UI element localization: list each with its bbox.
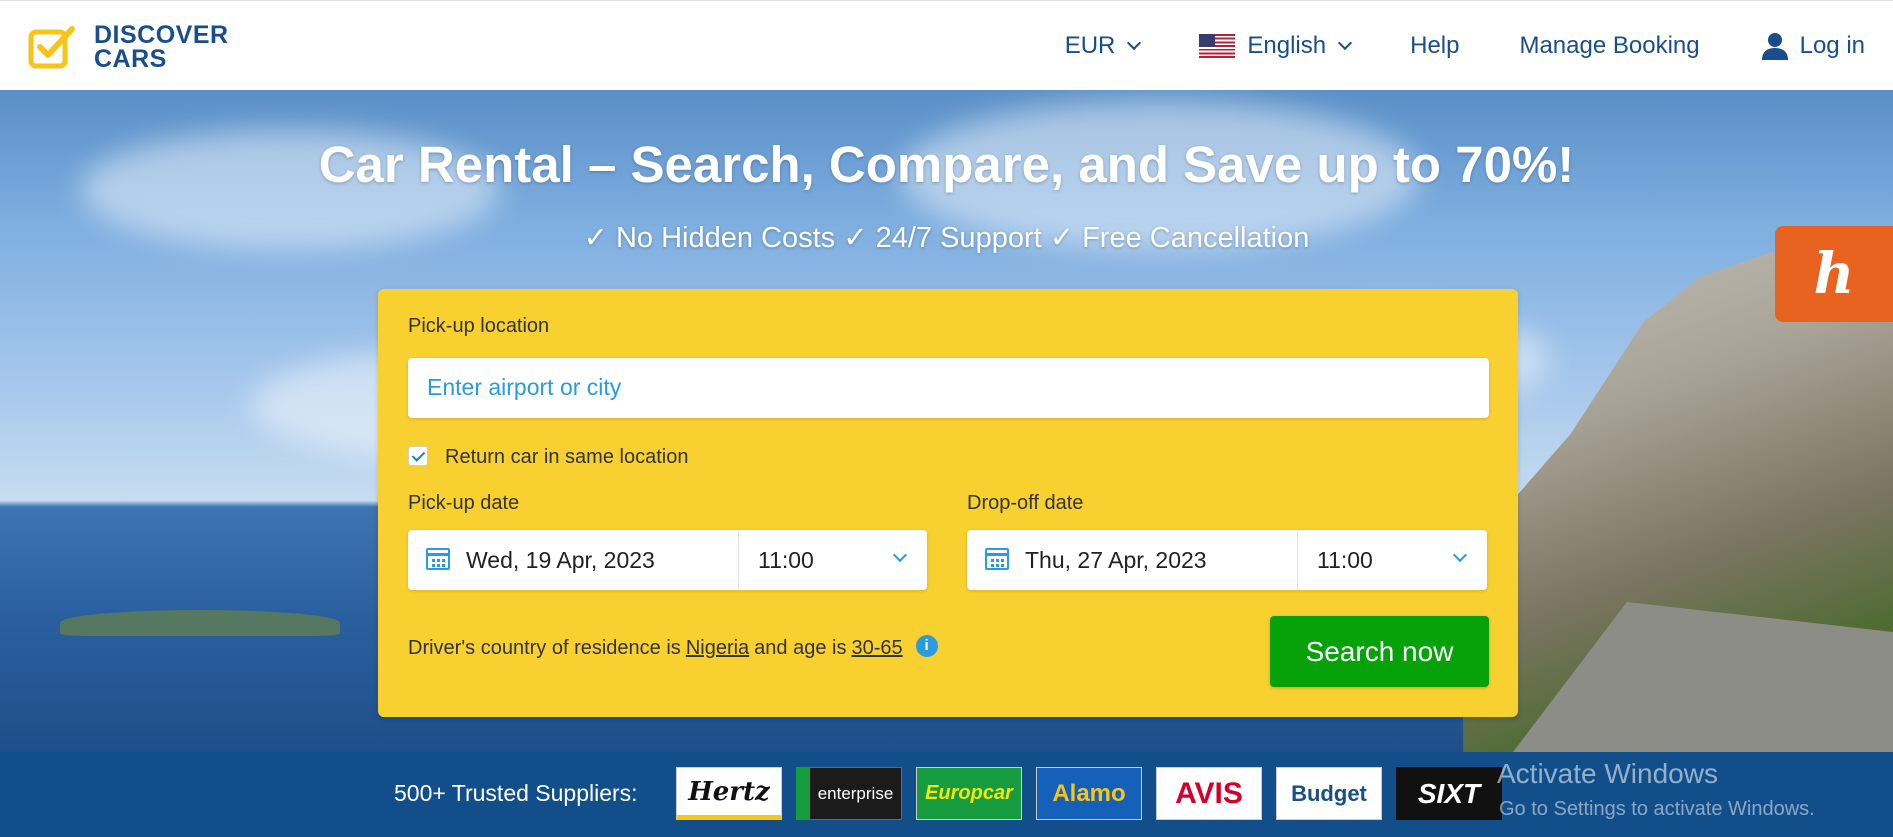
age-prefix-text: and age is	[754, 637, 847, 659]
search-form: Pick-up location Enter airport or city R…	[378, 289, 1518, 717]
page-title: Car Rental – Search, Compare, and Save u…	[318, 136, 1575, 193]
us-flag-icon	[1199, 34, 1236, 58]
budget-logo: Budget	[1276, 767, 1382, 820]
hertz-logo: Hertz	[676, 767, 782, 820]
residence-country-link[interactable]: Nigeria	[686, 637, 749, 660]
background-island	[60, 610, 340, 636]
dropoff-datetime-field: Thu, 27 Apr, 2023 11:00	[967, 530, 1487, 590]
activate-windows-title: Activate Windows	[1497, 758, 1718, 789]
help-link[interactable]: Help	[1410, 32, 1459, 60]
search-now-button[interactable]: Search now	[1270, 616, 1489, 687]
header-nav: EUR English Help Manage Booking Log in	[1005, 1, 1865, 91]
dropoff-time-select[interactable]: 11:00	[1317, 547, 1373, 574]
logo-wordmark: DISCOVER CARS	[94, 21, 229, 73]
europcar-logo: Europcar	[916, 767, 1022, 820]
sixt-logo: SIXT	[1396, 767, 1502, 820]
logo-check-icon	[28, 23, 76, 71]
pickup-location-label: Pick-up location	[408, 315, 550, 337]
pickup-date-label: Pick-up date	[408, 492, 520, 514]
chevron-down-icon[interactable]	[1452, 547, 1468, 563]
pickup-time-select[interactable]: 11:00	[758, 547, 814, 574]
login-link[interactable]: Log in	[1760, 31, 1865, 61]
honey-extension-button[interactable]: h	[1775, 226, 1893, 322]
activate-windows-subtitle: Go to Settings to activate Windows.	[1499, 798, 1815, 820]
pickup-datetime-field: Wed, 19 Apr, 2023 11:00	[408, 530, 927, 590]
avis-logo: AVIS	[1156, 767, 1262, 820]
residence-prefix-text: Driver's country of residence is	[408, 637, 681, 659]
help-label: Help	[1410, 32, 1460, 59]
age-range-link[interactable]: 30-65	[851, 637, 902, 660]
currency-label: EUR	[1064, 32, 1116, 59]
logo-line-2: CARS	[94, 45, 167, 73]
field-divider	[1297, 530, 1298, 590]
pickup-location-placeholder: Enter airport or city	[427, 374, 622, 400]
currency-selector[interactable]: EUR	[1064, 32, 1142, 60]
chevron-down-icon	[1127, 35, 1142, 51]
return-same-location-label[interactable]: Return car in same location	[445, 446, 688, 469]
enterprise-logo: enterprise	[796, 767, 902, 820]
info-icon[interactable]: i	[915, 634, 938, 657]
dropoff-date-picker[interactable]: Thu, 27 Apr, 2023	[1025, 547, 1207, 574]
login-label: Log in	[1799, 32, 1865, 59]
manage-booking-label: Manage Booking	[1519, 32, 1700, 59]
alamo-logo: Alamo	[1036, 767, 1142, 820]
honey-logo-icon: h	[1813, 241, 1855, 307]
chevron-down-icon	[1338, 35, 1353, 51]
driver-details-line: Driver's country of residence is Nigeria…	[408, 634, 938, 660]
dropoff-date-label: Drop-off date	[967, 492, 1084, 514]
field-divider	[738, 530, 739, 590]
page-subtitle: ✓ No Hidden Costs ✓ 24/7 Support ✓ Free …	[583, 222, 1310, 254]
return-same-location-checkbox[interactable]	[408, 446, 428, 466]
calendar-icon	[426, 548, 450, 570]
pickup-date-picker[interactable]: Wed, 19 Apr, 2023	[466, 547, 655, 574]
pickup-location-input[interactable]: Enter airport or city	[408, 358, 1489, 418]
logo-line-1: DISCOVER	[94, 21, 229, 49]
suppliers-label: 500+ Trusted Suppliers:	[394, 780, 638, 806]
top-navigation-bar: DISCOVER CARS EUR English Help Manage Bo…	[0, 0, 1893, 90]
manage-booking-link[interactable]: Manage Booking	[1519, 32, 1699, 60]
calendar-icon	[985, 548, 1009, 570]
discover-cars-logo[interactable]: DISCOVER CARS	[28, 21, 229, 73]
chevron-down-icon[interactable]	[892, 547, 908, 563]
language-selector[interactable]: English	[1199, 32, 1353, 60]
user-icon	[1761, 33, 1788, 60]
language-label: English	[1247, 32, 1327, 59]
